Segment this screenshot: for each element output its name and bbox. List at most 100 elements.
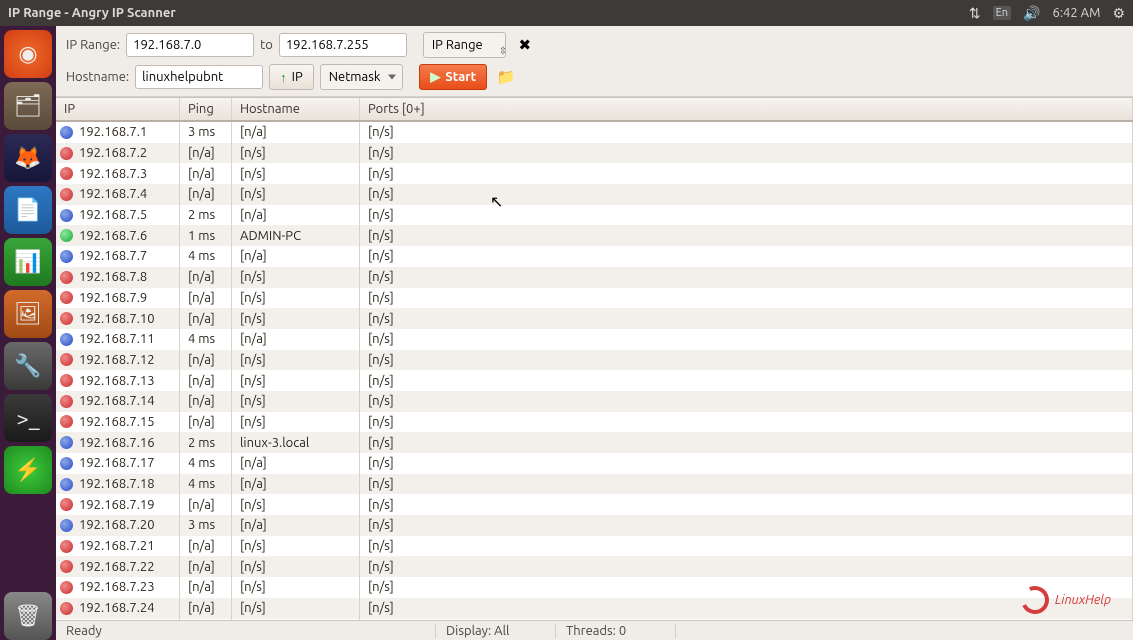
table-row[interactable]: 192.168.7.52 ms[n/a][n/s] bbox=[56, 205, 1133, 226]
cell-ip: 192.168.7.18 bbox=[79, 477, 155, 491]
table-row[interactable]: 192.168.7.12[n/a][n/s][n/s] bbox=[56, 350, 1133, 371]
table-row[interactable]: 192.168.7.9[n/a][n/s][n/s] bbox=[56, 288, 1133, 309]
table-row[interactable]: 192.168.7.21[n/a][n/s][n/s] bbox=[56, 536, 1133, 557]
launcher-terminal[interactable]: >_ bbox=[4, 394, 52, 442]
launcher-writer[interactable]: 📄 bbox=[4, 186, 52, 234]
table-row[interactable]: 192.168.7.13[n/a][n/s][n/s] bbox=[56, 370, 1133, 391]
netmask-combo[interactable]: Netmask bbox=[320, 64, 404, 90]
table-row[interactable]: 192.168.7.10[n/a][n/s][n/s] bbox=[56, 308, 1133, 329]
launcher-firefox[interactable]: 🦊 bbox=[4, 134, 52, 182]
table-row[interactable]: 192.168.7.22[n/a][n/s][n/s] bbox=[56, 556, 1133, 577]
table-row[interactable]: 192.168.7.74 ms[n/a][n/s] bbox=[56, 246, 1133, 267]
status-dot-icon bbox=[60, 415, 73, 428]
cell-ping: [n/a] bbox=[180, 184, 232, 205]
cell-hostname: [n/s] bbox=[232, 494, 360, 515]
status-dot-icon bbox=[60, 540, 73, 553]
status-dot-icon bbox=[60, 498, 73, 511]
cell-ping: [n/a] bbox=[180, 577, 232, 598]
ip-end-input[interactable] bbox=[279, 33, 407, 57]
launcher-files[interactable]: 🗂 bbox=[4, 82, 52, 130]
cell-hostname: [n/a] bbox=[232, 474, 360, 495]
ip-up-button[interactable]: ↑IP bbox=[269, 64, 314, 90]
status-dot-icon bbox=[60, 560, 73, 573]
statusbar: Ready Display: All Threads: 0 bbox=[56, 620, 1133, 640]
cell-hostname: [n/s] bbox=[232, 536, 360, 557]
col-ip[interactable]: IP bbox=[56, 98, 180, 120]
launcher-dash[interactable]: ◉ bbox=[4, 30, 52, 78]
cell-ports: [n/s] bbox=[360, 308, 1133, 329]
ip-start-input[interactable] bbox=[126, 33, 254, 57]
launcher-calc[interactable]: 📊 bbox=[4, 238, 52, 286]
col-hostname[interactable]: Hostname bbox=[232, 98, 360, 120]
feeder-combo[interactable]: IP Range bbox=[423, 32, 506, 58]
cell-hostname: [n/s] bbox=[232, 163, 360, 184]
grid-body: 192.168.7.13 ms[n/a][n/s]192.168.7.2[n/a… bbox=[56, 122, 1133, 620]
cell-ping: [n/a] bbox=[180, 143, 232, 164]
cell-ports: [n/s] bbox=[360, 288, 1133, 309]
cell-ip: 192.168.7.16 bbox=[79, 436, 155, 450]
table-row[interactable]: 192.168.7.61 msADMIN-PC[n/s] bbox=[56, 225, 1133, 246]
status-dot-icon bbox=[60, 581, 73, 594]
table-row[interactable]: 192.168.7.162 mslinux-3.local[n/s] bbox=[56, 432, 1133, 453]
cell-ping: [n/a] bbox=[180, 556, 232, 577]
cell-hostname: [n/s] bbox=[232, 412, 360, 433]
launcher-impress[interactable]: 🖼 bbox=[4, 290, 52, 338]
cell-ip: 192.168.7.9 bbox=[79, 291, 147, 305]
table-row[interactable]: 192.168.7.24[n/a][n/s][n/s] bbox=[56, 598, 1133, 619]
table-row[interactable]: 192.168.7.3[n/a][n/s][n/s] bbox=[56, 163, 1133, 184]
cell-hostname: [n/s] bbox=[232, 184, 360, 205]
launcher-ipscan[interactable]: ⚡ bbox=[4, 446, 52, 494]
hostname-input[interactable] bbox=[135, 65, 263, 89]
status-dot-icon bbox=[60, 602, 73, 615]
table-row[interactable]: 192.168.7.2[n/a][n/s][n/s] bbox=[56, 143, 1133, 164]
cell-ports: [n/s] bbox=[360, 205, 1133, 226]
table-row[interactable]: 192.168.7.174 ms[n/a][n/s] bbox=[56, 453, 1133, 474]
watermark: LinuxHelp bbox=[1021, 586, 1111, 614]
cell-ip: 192.168.7.6 bbox=[79, 229, 147, 243]
cell-ip: 192.168.7.24 bbox=[79, 601, 155, 615]
language-indicator[interactable]: En bbox=[993, 6, 1011, 20]
status-dot-icon bbox=[60, 374, 73, 387]
prefs-icon[interactable]: ✖ bbox=[512, 32, 538, 58]
cell-ports: [n/s] bbox=[360, 184, 1133, 205]
power-icon[interactable]: ⚙ bbox=[1112, 5, 1125, 22]
volume-icon[interactable]: 🔊 bbox=[1023, 5, 1040, 22]
network-icon[interactable]: ⇅ bbox=[969, 5, 981, 22]
table-row[interactable]: 192.168.7.13 ms[n/a][n/s] bbox=[56, 122, 1133, 143]
cell-ports: [n/s] bbox=[360, 225, 1133, 246]
table-row[interactable]: 192.168.7.8[n/a][n/s][n/s] bbox=[56, 267, 1133, 288]
table-row[interactable]: 192.168.7.23[n/a][n/s][n/s] bbox=[56, 577, 1133, 598]
cell-ping: [n/a] bbox=[180, 536, 232, 557]
status-dot-icon bbox=[60, 457, 73, 470]
table-row[interactable]: 192.168.7.203 ms[n/a][n/s] bbox=[56, 515, 1133, 536]
hostname-label: Hostname: bbox=[66, 70, 129, 84]
cell-ip: 192.168.7.15 bbox=[79, 415, 155, 429]
table-row[interactable]: 192.168.7.14[n/a][n/s][n/s] bbox=[56, 391, 1133, 412]
launcher-settings[interactable]: 🔧 bbox=[4, 342, 52, 390]
start-button[interactable]: ▶Start bbox=[419, 64, 487, 90]
cell-ip: 192.168.7.12 bbox=[79, 353, 155, 367]
col-ping[interactable]: Ping bbox=[180, 98, 232, 120]
cell-ip: 192.168.7.5 bbox=[79, 208, 147, 222]
cell-ping: [n/a] bbox=[180, 598, 232, 619]
cell-ip: 192.168.7.1 bbox=[79, 125, 147, 139]
table-row[interactable]: 192.168.7.4[n/a][n/s][n/s] bbox=[56, 184, 1133, 205]
watermark-icon bbox=[1017, 582, 1053, 618]
table-row[interactable]: 192.168.7.114 ms[n/a][n/s] bbox=[56, 329, 1133, 350]
clock[interactable]: 6:42 AM bbox=[1053, 6, 1101, 20]
system-tray: ⇅ En 🔊 6:42 AM ⚙ bbox=[969, 5, 1125, 22]
cell-ports: [n/s] bbox=[360, 598, 1133, 619]
cell-ping: [n/a] bbox=[180, 267, 232, 288]
cell-ports: [n/s] bbox=[360, 515, 1133, 536]
open-file-icon[interactable]: 📁 bbox=[493, 64, 519, 90]
cell-ping: [n/a] bbox=[180, 412, 232, 433]
cell-hostname: [n/s] bbox=[232, 288, 360, 309]
table-row[interactable]: 192.168.7.184 ms[n/a][n/s] bbox=[56, 474, 1133, 495]
launcher-trash[interactable]: 🗑 bbox=[4, 592, 52, 640]
col-ports[interactable]: Ports [0+] bbox=[360, 98, 1133, 120]
cell-hostname: [n/s] bbox=[232, 577, 360, 598]
cell-ports: [n/s] bbox=[360, 474, 1133, 495]
cell-ip: 192.168.7.14 bbox=[79, 394, 155, 408]
table-row[interactable]: 192.168.7.19[n/a][n/s][n/s] bbox=[56, 494, 1133, 515]
table-row[interactable]: 192.168.7.15[n/a][n/s][n/s] bbox=[56, 412, 1133, 433]
